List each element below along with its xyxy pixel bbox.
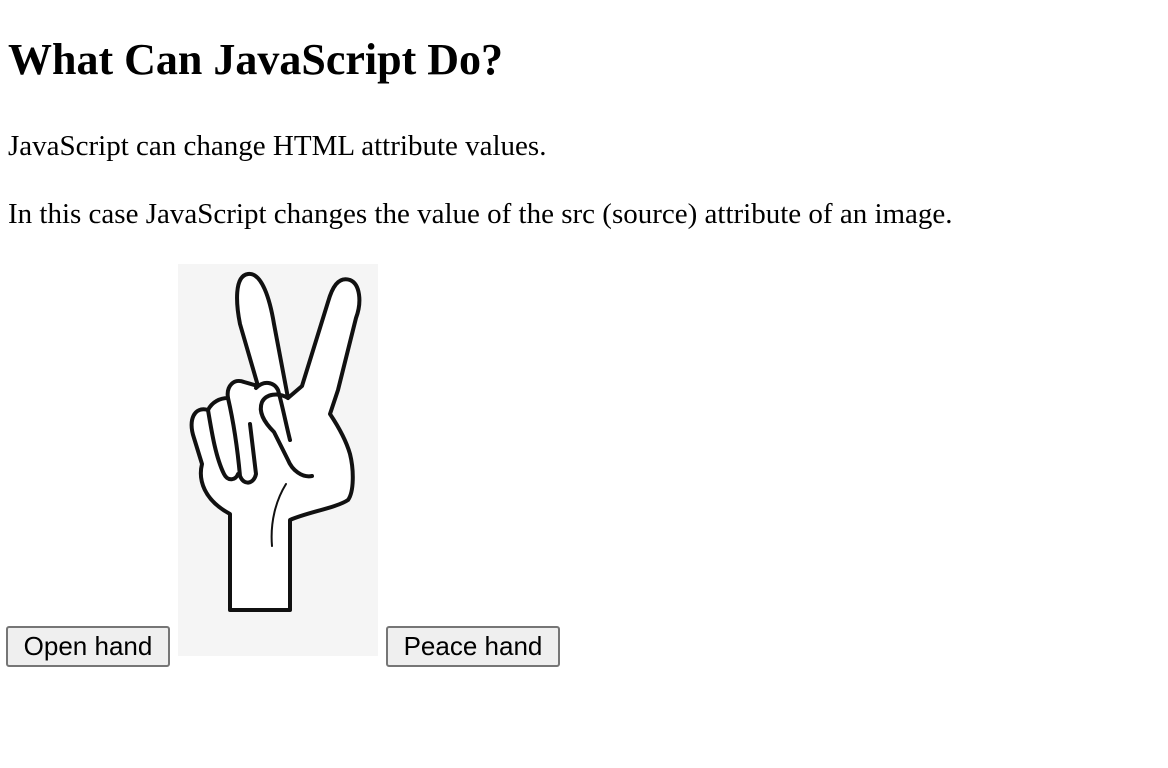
page-title: What Can JavaScript Do? [8, 35, 504, 84]
hand-image [178, 264, 378, 656]
intro-paragraph: JavaScript can change HTML attribute val… [8, 130, 547, 162]
peace-hand-button[interactable]: Peace hand [386, 626, 560, 667]
explanation-paragraph: In this case JavaScript changes the valu… [8, 198, 953, 230]
peace-hand-icon [189, 272, 362, 612]
open-hand-button[interactable]: Open hand [6, 626, 170, 667]
